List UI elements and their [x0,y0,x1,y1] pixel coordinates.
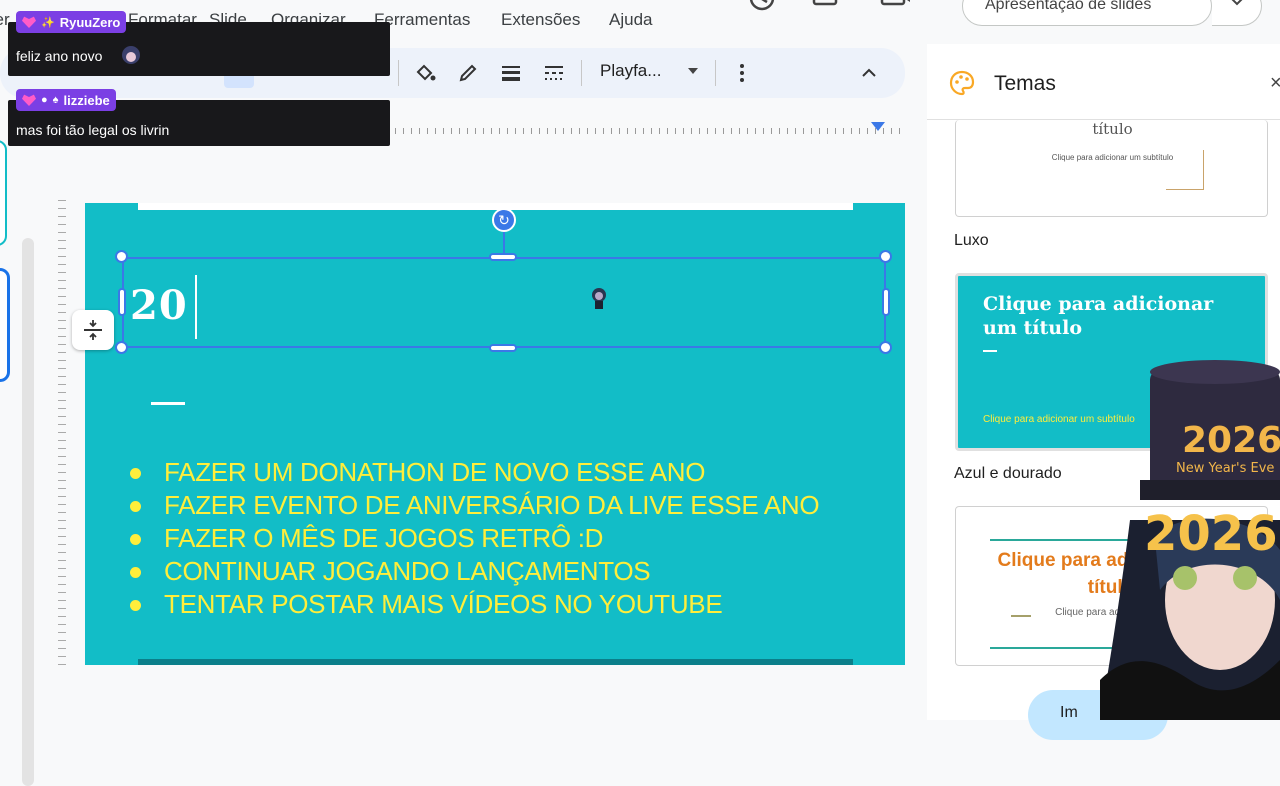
hat-year: 2026 [1182,420,1280,461]
theme-preview-subtitle: Clique para adicionar um subtítulo [1051,153,1174,162]
meet-icon[interactable] [880,0,930,16]
badge-icon: ● [41,94,48,106]
toolbar-divider [398,60,399,86]
history-icon[interactable] [748,0,776,16]
collapse-toolbar-icon[interactable] [858,62,880,84]
chat-text: mas foi tão legal os livrin [16,122,170,138]
resize-handle[interactable] [115,250,128,263]
theme-card-luxo[interactable]: título Clique para adicionar um subtítul… [955,120,1268,217]
chat-username-badge: ✨ RyuuZero [16,11,127,33]
toolbar-divider [715,60,716,86]
badge-icon: ♠ [52,94,59,106]
resize-handle[interactable] [879,341,892,354]
fill-color-icon[interactable] [414,62,436,84]
chevron-down-icon [1231,0,1243,6]
chat-username-badge: ● ♠ lizziebe [16,89,116,111]
palette-icon [949,70,975,96]
indent-marker[interactable] [871,122,885,131]
present-dropdown-button[interactable] [1212,0,1262,26]
slide-top-bar [138,203,853,210]
vertical-align-button[interactable] [72,310,114,350]
resize-handle[interactable] [118,288,126,316]
border-dash-icon[interactable] [543,62,565,84]
list-item: FAZER UM DONATHON DE NOVO ESSE ANO [128,456,819,489]
cursor-avatar-icon [592,288,606,309]
slide-bottom-bar [138,659,853,665]
bullet-list[interactable]: FAZER UM DONATHON DE NOVO ESSE ANO FAZER… [128,456,820,621]
hat-text: New Year's Eve [1176,461,1274,476]
text-caret [195,275,197,339]
list-item: FAZER O MÊS DE JOGOS RETRÔ :D [128,522,819,555]
border-weight-icon[interactable] [500,62,522,84]
list-item: FAZER EVENTO DE ANIVERSÁRIO DA LIVE ESSE… [128,489,820,522]
theme-preview-title: Clique para adicionar um título [983,293,1214,339]
close-icon[interactable]: × [1270,72,1280,95]
resize-handle[interactable] [115,341,128,354]
toolbar-divider [581,60,582,86]
resize-handle[interactable] [879,250,892,263]
theme-name-luxo: Luxo [954,232,989,249]
slide-title[interactable]: 20 [130,282,188,329]
chat-username: lizziebe [63,92,110,108]
chevron-down-icon[interactable] [688,68,698,74]
slide-accent-dash [151,402,185,405]
sparkle-icon: ✨ [41,16,55,29]
menu-ajuda[interactable]: Ajuda [609,10,652,30]
emote-icon [122,46,140,64]
slide-thumbnail-selected[interactable] [0,268,10,382]
heart-icon [22,16,36,28]
vertical-ruler[interactable] [58,200,66,670]
more-options-icon[interactable] [731,62,753,84]
vtuber-avatar: 2026 New Year's Eve 2026 [1100,360,1280,720]
list-item: CONTINUAR JOGANDO LANÇAMENTOS [128,555,819,588]
chat-text: feliz ano novo [16,48,103,64]
resize-handle[interactable] [489,253,517,261]
filmstrip-scrollbar[interactable] [22,238,34,786]
resize-handle[interactable] [882,288,890,316]
theme-name-azul-dourado: Azul e dourado [954,465,1062,482]
slide-thumbnail[interactable] [0,140,7,246]
font-select[interactable]: Playfa... [600,61,661,81]
theme-preview-accent [1166,150,1204,190]
themes-header: Temas × [927,44,1280,120]
theme-preview-accent [983,350,997,352]
horizontal-ruler[interactable] [395,122,905,134]
resize-handle[interactable] [489,344,517,352]
comment-icon[interactable] [812,0,840,16]
border-color-icon[interactable] [457,62,479,84]
menu-extensoes[interactable]: Extensões [501,10,580,30]
rotate-handle-icon[interactable]: ↻ [492,208,516,232]
chat-username: RyuuZero [59,14,121,30]
glasses-year: 2026 [1144,506,1278,562]
theme-preview-title: título [1092,120,1133,138]
themes-title: Temas [994,72,1056,95]
rotate-handle-line [503,228,505,256]
list-item: TENTAR POSTAR MAIS VÍDEOS NO YOUTUBE [128,588,819,621]
heart-icon [22,94,36,106]
present-button[interactable]: Apresentação de slides [962,0,1212,26]
title-textbox[interactable] [122,257,886,348]
vertical-align-icon [84,320,102,340]
